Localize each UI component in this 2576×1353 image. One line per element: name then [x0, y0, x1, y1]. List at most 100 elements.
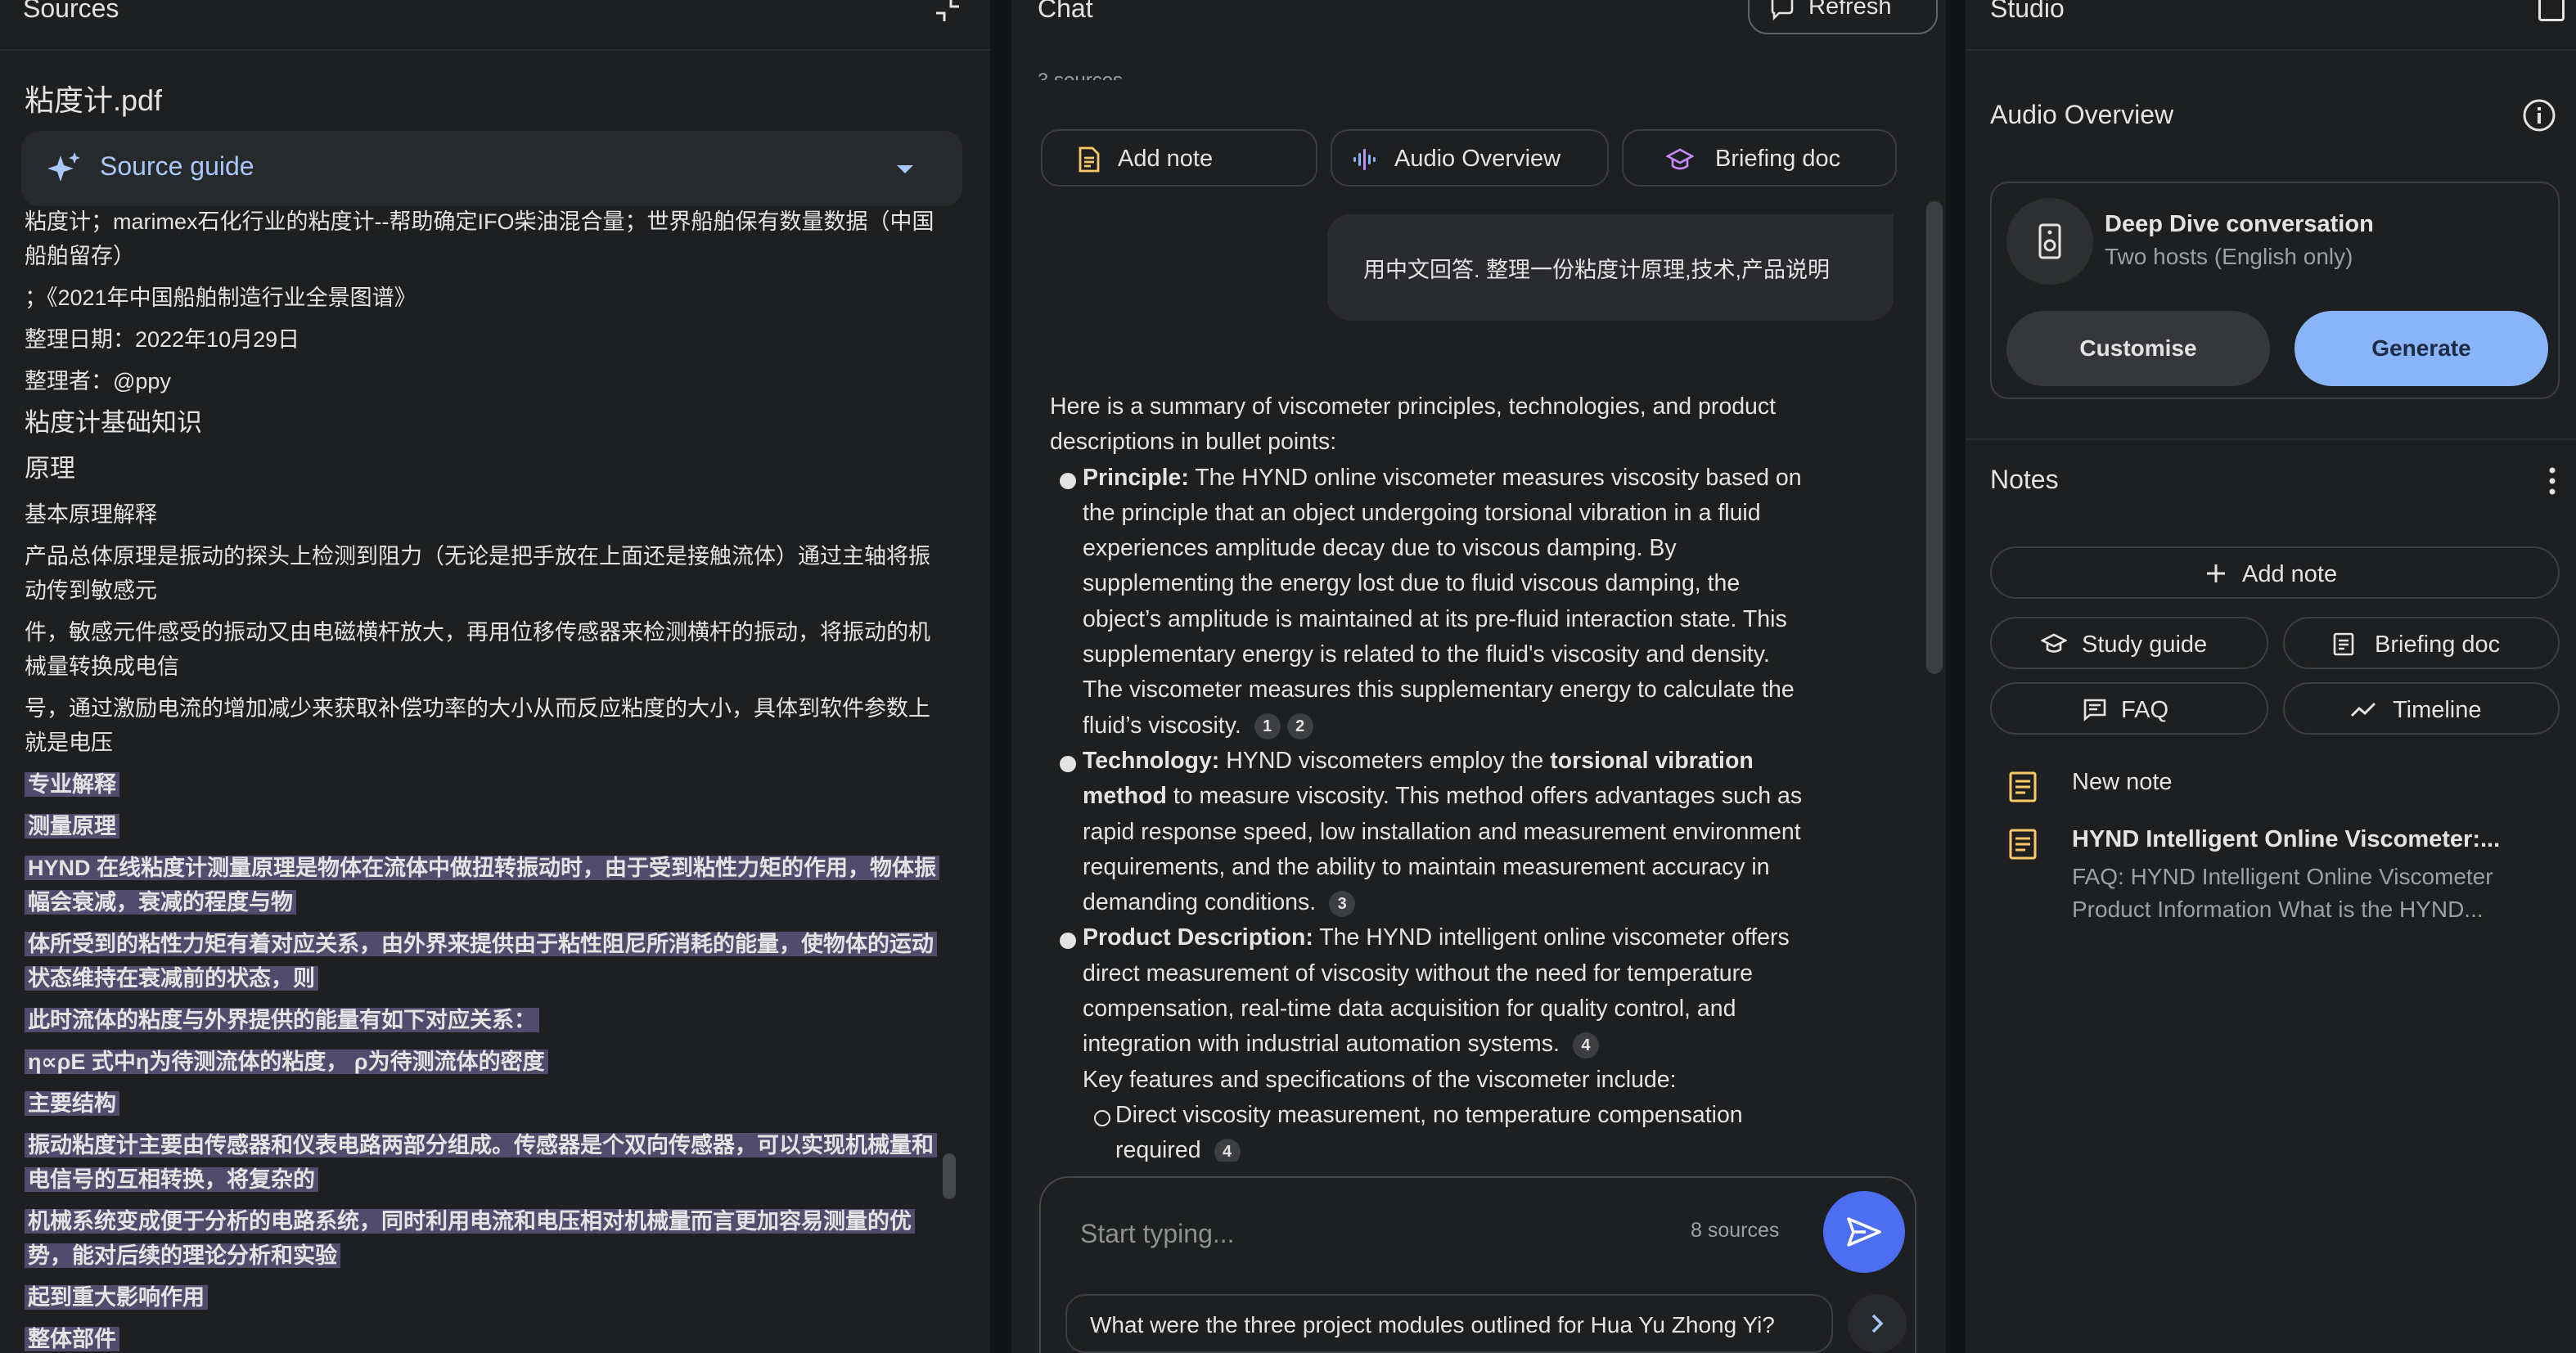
- collapse-icon[interactable]: [933, 0, 962, 25]
- chat-sources-count: 3 sources: [1038, 57, 1123, 80]
- source-paragraph: 基本原理解释: [25, 502, 157, 527]
- source-highlighted-paragraph: 整体部件: [25, 1322, 941, 1353]
- citation-badge[interactable]: 2: [1286, 713, 1313, 740]
- chat-input-box: 8 sources What were the three project mo…: [1039, 1176, 1916, 1353]
- speaker-icon: [2038, 223, 2061, 259]
- study-guide-button[interactable]: Study guide: [1990, 617, 2268, 669]
- source-guide-label: Source guide: [100, 151, 254, 181]
- graduation-cap-icon: [2041, 633, 2067, 653]
- answer-sub-bullet: Direct viscosity measurement, no tempera…: [1083, 1098, 1811, 1169]
- sources-title: Sources: [23, 0, 119, 23]
- sub-bullet-text: Direct viscosity measurement, no tempera…: [1115, 1101, 1743, 1164]
- chat-title: Chat: [1038, 0, 1093, 23]
- citation-badge[interactable]: 4: [1572, 1032, 1599, 1059]
- principle-label: Principle:: [1083, 464, 1189, 491]
- add-note-button[interactable]: Add note: [1990, 546, 2560, 599]
- faq-icon: [2083, 699, 2106, 721]
- note-item[interactable]: New note: [1990, 769, 2560, 810]
- source-guide-dropdown[interactable]: Source guide: [21, 131, 962, 206]
- source-highlighted-paragraph: 主要结构: [25, 1086, 941, 1121]
- assistant-answer: Here is a summary of viscometer principl…: [1050, 389, 1811, 1169]
- source-paragraph: 整理者：@ppy: [25, 369, 171, 393]
- technology-label: Technology:: [1083, 747, 1220, 774]
- sparkle-icon: [47, 152, 80, 182]
- highlighted-text: η∝ρE 式中η为待测流体的粘度， ρ为待测流体的密度: [25, 1050, 548, 1074]
- highlighted-text: 体所受到的粘性力矩有着对应关系，由外界来提供由于粘性阻尼所消耗的能量，使物体的运…: [25, 932, 937, 991]
- principle-text: The HYND online viscometer measures visc…: [1083, 464, 1802, 739]
- timeline-label: Timeline: [2393, 697, 2482, 723]
- audio-card-title: Deep Dive conversation: [2105, 211, 2374, 237]
- send-button[interactable]: [1823, 1191, 1905, 1273]
- highlighted-text: 专业解释: [25, 772, 119, 797]
- audio-wave-icon: [1353, 149, 1376, 170]
- note-item[interactable]: HYND Intelligent Online Viscometer:... F…: [1990, 826, 2560, 933]
- briefing-doc-label: Briefing doc: [2375, 632, 2501, 658]
- source-paragraph: 号，通过激励电流的增加减少来获取补偿功率的大小从而反应粘度的大小，具体到软件参数…: [25, 696, 930, 755]
- highlighted-text: 主要结构: [25, 1091, 119, 1116]
- source-heading: 原理: [25, 454, 75, 483]
- note-preview: FAQ: HYND Intelligent Online Viscometer …: [2072, 864, 2493, 922]
- source-highlighted-paragraph: 测量原理: [25, 809, 941, 843]
- info-icon[interactable]: [2522, 98, 2556, 133]
- studio-divider: [1966, 438, 2576, 440]
- suggested-question-text: What were the three project modules outl…: [1090, 1312, 1775, 1337]
- timeline-icon: [2350, 702, 2376, 717]
- plus-icon: [2207, 564, 2225, 582]
- timeline-button[interactable]: Timeline: [2283, 682, 2560, 735]
- generate-label: Generate: [2371, 335, 2471, 361]
- suggestion-next-button[interactable]: [1848, 1294, 1907, 1353]
- audio-overview-title: Audio Overview: [1990, 100, 2174, 129]
- briefing-doc-button[interactable]: Briefing doc: [2283, 617, 2560, 669]
- studio-title: Studio: [1990, 0, 2065, 23]
- note-icon: [2009, 771, 2037, 802]
- note-title: HYND Intelligent Online Viscometer:...: [2072, 826, 2501, 852]
- source-highlighted-paragraph: 起到重大影响作用: [25, 1280, 941, 1315]
- studio-panel: Studio Audio Overview Deep Dive conversa…: [1966, 0, 2576, 1353]
- source-highlighted-paragraph: 体所受到的粘性力矩有着对应关系，由外界来提供由于粘性阻尼所消耗的能量，使物体的运…: [25, 927, 941, 996]
- citation-badge[interactable]: 1: [1254, 713, 1281, 740]
- user-message-bubble: 用中文回答. 整理一份粘度计原理,技术,产品说明: [1327, 214, 1894, 321]
- audio-overview-chip[interactable]: Audio Overview: [1331, 129, 1609, 187]
- send-icon: [1847, 1217, 1881, 1247]
- panel-toggle-icon[interactable]: [2538, 0, 2565, 21]
- sources-panel: Sources 粘度计.pdf Source guide 粘度计；marimex…: [0, 0, 990, 1353]
- customise-button[interactable]: Customise: [2006, 311, 2270, 386]
- sub-bullet-circle: [1094, 1109, 1110, 1126]
- source-paragraph: 件，敏感元件感受的振动又由电磁横杆放大，再用位移传感器来检测横杆的振动，将振动的…: [25, 620, 930, 679]
- bullet-dot: [1060, 472, 1076, 489]
- customise-label: Customise: [2079, 335, 2197, 361]
- generate-button[interactable]: Generate: [2295, 311, 2548, 386]
- more-vert-icon[interactable]: [2548, 465, 2556, 497]
- faq-label: FAQ: [2121, 697, 2169, 723]
- source-highlighted-paragraph: 机械系统变成便于分析的电路系统，同时利用电流和电压相对机械量而言更加容易测量的优…: [25, 1204, 941, 1273]
- refresh-button[interactable]: Refresh: [1748, 0, 1938, 34]
- sources-header-divider: [0, 49, 990, 51]
- source-paragraph: 产品总体原理是振动的探头上检测到阻力（无论是把手放在上面还是接触流体）通过主轴将…: [25, 544, 930, 603]
- citation-badge[interactable]: 4: [1214, 1138, 1241, 1165]
- source-highlighted-paragraph: HYND 在线粘度计测量原理是物体在流体中做扭转振动时，由于受到粘性力矩的作用，…: [25, 851, 941, 919]
- note-icon: [2009, 829, 2037, 860]
- refresh-label: Refresh: [1808, 0, 1892, 20]
- source-highlighted-paragraph: 专业解释: [25, 767, 941, 802]
- source-paragraph: 粘度计；marimex石化行业的粘度计--帮助确定IFO柴油混合量；世界船舶保有…: [25, 209, 934, 268]
- bullet-dot: [1060, 933, 1076, 950]
- source-content: 粘度计；marimex石化行业的粘度计--帮助确定IFO柴油混合量；世界船舶保有…: [25, 205, 941, 1353]
- suggested-question[interactable]: What were the three project modules outl…: [1065, 1294, 1833, 1353]
- chat-scrollbar[interactable]: [1926, 201, 1943, 674]
- add-note-label: Add note: [2242, 561, 2338, 587]
- chevron-right-icon: [1871, 1314, 1884, 1333]
- add-note-chip[interactable]: Add note: [1041, 129, 1317, 187]
- chat-input[interactable]: [1079, 1212, 1655, 1255]
- source-file-name: 粘度计.pdf: [25, 83, 163, 117]
- highlighted-text: 测量原理: [25, 814, 119, 838]
- sources-scrollbar[interactable]: [943, 1153, 956, 1199]
- document-icon: [2333, 632, 2354, 656]
- input-sources-count: 8 sources: [1691, 1219, 1780, 1242]
- audio-overview-chip-label: Audio Overview: [1394, 146, 1561, 172]
- faq-button[interactable]: FAQ: [1990, 682, 2268, 735]
- highlighted-text: HYND 在线粘度计测量原理是物体在流体中做扭转振动时，由于受到粘性力矩的作用，…: [25, 856, 940, 915]
- citation-badge[interactable]: 3: [1329, 890, 1356, 917]
- note-title: New note: [2072, 769, 2173, 795]
- briefing-doc-chip[interactable]: Briefing doc: [1622, 129, 1897, 187]
- chat-scroll-mask: [1011, 1162, 1946, 1178]
